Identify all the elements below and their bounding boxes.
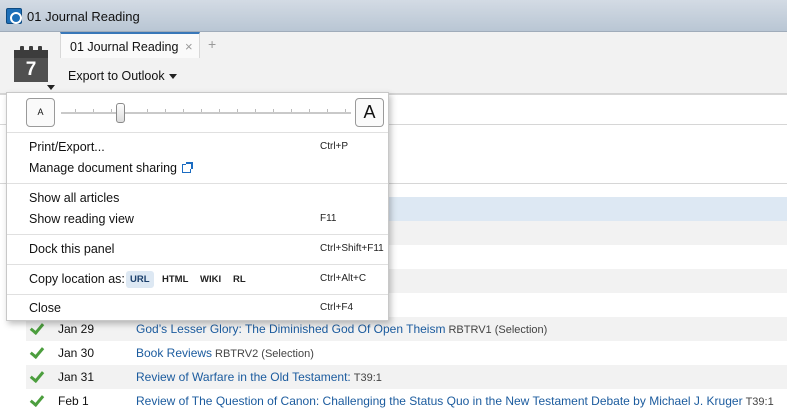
calendar-icon[interactable]: 7 — [14, 46, 48, 82]
slider-tick — [291, 109, 292, 112]
reading-entry[interactable]: Jan 30 Book Reviews RBTRV2 (Selection) — [26, 341, 787, 365]
close-icon[interactable]: × — [185, 39, 193, 54]
chevron-down-icon — [168, 74, 177, 80]
slider-tick — [183, 109, 184, 112]
menu-item-show-reading-view[interactable]: Show reading view F11 — [7, 209, 388, 229]
export-to-outlook-menu[interactable]: Export to Outlook — [68, 69, 177, 83]
menu-item-shortcut: F11 — [320, 213, 337, 224]
tab-journal-reading[interactable]: 01 Journal Reading × — [60, 32, 200, 58]
menu-divider — [7, 294, 388, 295]
menu-item-shortcut: Ctrl+P — [320, 141, 349, 152]
menu-item-label: Copy location as: — [29, 272, 125, 286]
slider-tick — [273, 109, 274, 112]
entry-title-link[interactable]: Book Reviews — [136, 346, 212, 360]
calendar-day: 7 — [14, 58, 48, 82]
entry-title-wrap: Review of Warfare in the Old Testament: T… — [136, 370, 382, 384]
entry-title-wrap: Book Reviews RBTRV2 (Selection) — [136, 346, 314, 360]
menu-item-shortcut: Ctrl+Alt+C — [320, 273, 367, 284]
font-size-slider-thumb[interactable] — [116, 103, 125, 123]
font-size-slider-track[interactable] — [61, 112, 351, 114]
menu-item-show-all-articles[interactable]: Show all articles — [7, 188, 388, 208]
slider-tick — [219, 109, 220, 112]
add-tab-icon[interactable]: + — [208, 36, 216, 52]
window-title-bar: 01 Journal Reading — [0, 0, 787, 32]
check-icon[interactable] — [29, 367, 45, 384]
panel-header: 7 01 Journal Reading × + Export to Outlo… — [0, 32, 787, 94]
reading-entry[interactable]: Feb 1 Review of The Question of Canon: C… — [26, 389, 787, 413]
calendar-header-bar — [14, 50, 48, 58]
export-label: Export to Outlook — [68, 69, 165, 83]
entry-date: Feb 1 — [58, 394, 89, 408]
entry-title-link[interactable]: Review of Warfare in the Old Testament: — [136, 370, 351, 384]
slider-tick — [255, 109, 256, 112]
menu-divider — [7, 183, 388, 184]
entry-source: T39:1 — [353, 372, 382, 384]
check-icon[interactable] — [29, 343, 45, 360]
entry-title-link[interactable]: Review of The Question of Canon: Challen… — [136, 394, 743, 408]
menu-item-close[interactable]: Close Ctrl+F4 — [7, 298, 388, 318]
copy-option-wiki[interactable]: WIKI — [196, 271, 225, 288]
logos-icon[interactable] — [6, 8, 22, 24]
entry-date: Jan 30 — [58, 346, 95, 360]
entry-date: Jan 29 — [58, 322, 95, 336]
menu-item-label: Print/Export... — [29, 140, 105, 154]
menu-item-copy-location[interactable]: Copy location as: URL HTML WIKI RL Ctrl+… — [7, 269, 388, 289]
increase-font-size-button[interactable]: A — [355, 98, 384, 127]
menu-item-label: Show reading view — [29, 212, 134, 226]
panel-menu-dropdown: A A Print/Export... Ctrl+P Manage docume… — [6, 92, 389, 321]
window-title: 01 Journal Reading — [27, 9, 140, 24]
check-icon[interactable] — [29, 319, 45, 336]
menu-item-shortcut: Ctrl+F4 — [320, 302, 354, 313]
menu-divider — [7, 132, 388, 133]
menu-item-label-wrap: Manage document sharing — [29, 161, 194, 175]
tab-label: 01 Journal Reading — [70, 40, 179, 54]
menu-item-manage-sharing[interactable]: Manage document sharing — [7, 158, 388, 178]
slider-tick — [75, 109, 76, 112]
entry-source: RBTRV2 (Selection) — [215, 348, 314, 360]
slider-tick — [237, 109, 238, 112]
decrease-font-size-button[interactable]: A — [26, 98, 55, 127]
slider-tick — [147, 109, 148, 112]
menu-item-label: Show all articles — [29, 191, 120, 205]
menu-item-label: Close — [29, 301, 61, 315]
slider-tick — [309, 109, 310, 112]
entry-source: RBTRV1 (Selection) — [448, 324, 548, 336]
entry-title-wrap: God’s Lesser Glory: The Diminished God O… — [136, 322, 547, 336]
menu-item-shortcut: Ctrl+Shift+F11 — [320, 243, 384, 254]
menu-item-label: Dock this panel — [29, 242, 115, 256]
slider-tick — [111, 109, 112, 112]
check-icon[interactable] — [29, 391, 45, 408]
slider-tick — [93, 109, 94, 112]
entry-date: Jan 31 — [58, 370, 95, 384]
menu-item-label: Manage document sharing — [29, 161, 178, 175]
menu-item-print-export[interactable]: Print/Export... Ctrl+P — [7, 137, 388, 157]
copy-option-url[interactable]: URL — [126, 271, 154, 288]
menu-divider — [7, 234, 388, 235]
slider-tick — [165, 109, 166, 112]
entry-title-link[interactable]: God’s Lesser Glory: The Diminished God O… — [136, 322, 445, 336]
copy-option-html[interactable]: HTML — [158, 271, 192, 288]
slider-tick — [201, 109, 202, 112]
external-link-icon — [182, 162, 194, 174]
entry-title-wrap: Review of The Question of Canon: Challen… — [136, 394, 774, 408]
menu-item-dock-panel[interactable]: Dock this panel Ctrl+Shift+F11 — [7, 239, 388, 259]
entry-source: T39:1 — [745, 396, 774, 408]
slider-tick — [345, 109, 346, 112]
menu-divider — [7, 264, 388, 265]
slider-tick — [327, 109, 328, 112]
copy-option-rl[interactable]: RL — [229, 271, 250, 288]
reading-entry[interactable]: Jan 31 Review of Warfare in the Old Test… — [26, 365, 787, 389]
panel-menu-caret-icon[interactable] — [47, 85, 55, 90]
